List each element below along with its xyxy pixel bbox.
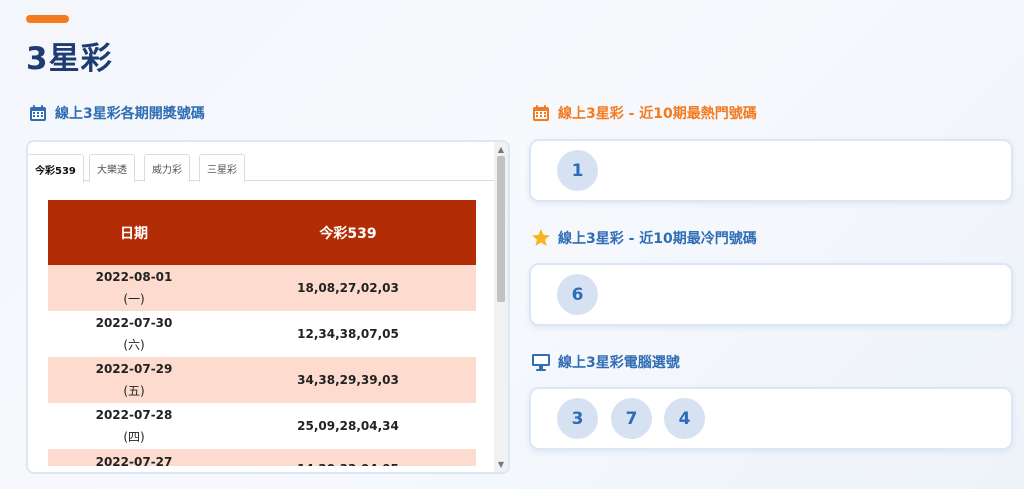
scroll-thumb[interactable] xyxy=(497,156,505,302)
pick-number-ball: 4 xyxy=(664,398,705,439)
tab-label: 今彩539 xyxy=(35,165,76,177)
row-numbers: 12,34,38,07,05 xyxy=(297,327,399,341)
star-icon xyxy=(531,228,551,248)
hot-section-heading: 線上3星彩 - 近10期最熱門號碼 xyxy=(531,103,757,123)
pick-section-heading: 線上3星彩電腦選號 xyxy=(531,352,680,372)
calendar-icon xyxy=(531,103,551,123)
hot-numbers-card: 1 xyxy=(529,139,1013,202)
table-row: 2022-08-01 (一) 18,08,27,02,03 xyxy=(48,265,476,311)
table-header: 日期 今彩539 xyxy=(48,200,476,265)
tab-539[interactable]: 今彩539 xyxy=(28,154,84,183)
title-accent-bar xyxy=(26,15,69,23)
cold-numbers-card: 6 xyxy=(529,263,1013,326)
tab-label: 大樂透 xyxy=(97,165,127,176)
row-weekday: (四) xyxy=(123,430,145,444)
scroll-down-icon[interactable]: ▼ xyxy=(494,458,508,470)
header-date: 日期 xyxy=(120,225,148,242)
calendar-icon xyxy=(28,103,48,123)
row-numbers: 34,38,29,39,03 xyxy=(297,373,399,387)
table-row: 2022-07-29 (五) 34,38,29,39,03 xyxy=(48,357,476,403)
row-numbers: 18,08,27,02,03 xyxy=(297,281,399,295)
row-weekday: (五) xyxy=(123,384,145,398)
page-title: 3星彩 xyxy=(26,41,113,77)
row-weekday: (一) xyxy=(123,292,145,306)
table-row: 2022-07-30 (六) 12,34,38,07,05 xyxy=(48,311,476,357)
pick-section-label: 線上3星彩電腦選號 xyxy=(558,355,680,371)
cold-section-heading: 線上3星彩 - 近10期最冷門號碼 xyxy=(531,228,757,248)
tab-label: 威力彩 xyxy=(152,165,182,176)
pick-number-ball: 7 xyxy=(611,398,652,439)
table-row: 2022-07-28 (四) 25,09,28,04,34 xyxy=(48,403,476,449)
table-row: 2022-07-27 14,20,33,04,05 xyxy=(48,449,476,466)
history-section-label: 線上3星彩各期開獎號碼 xyxy=(55,106,205,122)
row-date: 2022-07-28 xyxy=(95,408,173,422)
scroll-up-icon[interactable]: ▲ xyxy=(494,143,508,155)
cold-number-ball: 6 xyxy=(557,274,598,315)
tab-3star[interactable]: 三星彩 xyxy=(199,154,245,182)
history-section-heading: 線上3星彩各期開獎號碼 xyxy=(28,103,205,123)
row-date: 2022-08-01 xyxy=(95,270,173,284)
row-numbers: 14,20,33,04,05 xyxy=(220,449,476,466)
monitor-icon xyxy=(531,352,551,372)
row-date: 2022-07-29 xyxy=(95,362,173,376)
row-date: 2022-07-27 xyxy=(95,455,173,466)
row-date: 2022-07-30 xyxy=(95,316,173,330)
hot-section-label: 線上3星彩 - 近10期最熱門號碼 xyxy=(558,106,757,122)
row-numbers: 25,09,28,04,34 xyxy=(297,419,399,433)
tab-power[interactable]: 威力彩 xyxy=(144,154,190,182)
header-numbers: 今彩539 xyxy=(319,225,377,242)
history-panel: 今彩539 大樂透 威力彩 三星彩 日期 今彩539 2022-08-01 (一)… xyxy=(26,140,510,474)
row-weekday: (六) xyxy=(123,338,145,352)
results-table: 日期 今彩539 2022-08-01 (一) 18,08,27,02,03 20… xyxy=(48,200,476,466)
tab-label: 三星彩 xyxy=(207,165,237,176)
pick-numbers-card: 3 7 4 xyxy=(529,387,1013,450)
pick-number-ball: 3 xyxy=(557,398,598,439)
table-scrollbar[interactable]: ▲ ▼ xyxy=(494,142,508,472)
cold-section-label: 線上3星彩 - 近10期最冷門號碼 xyxy=(558,231,757,247)
hot-number-ball: 1 xyxy=(557,150,598,191)
tab-lotto[interactable]: 大樂透 xyxy=(89,154,135,182)
lottery-tabs: 今彩539 大樂透 威力彩 三星彩 xyxy=(28,152,494,183)
